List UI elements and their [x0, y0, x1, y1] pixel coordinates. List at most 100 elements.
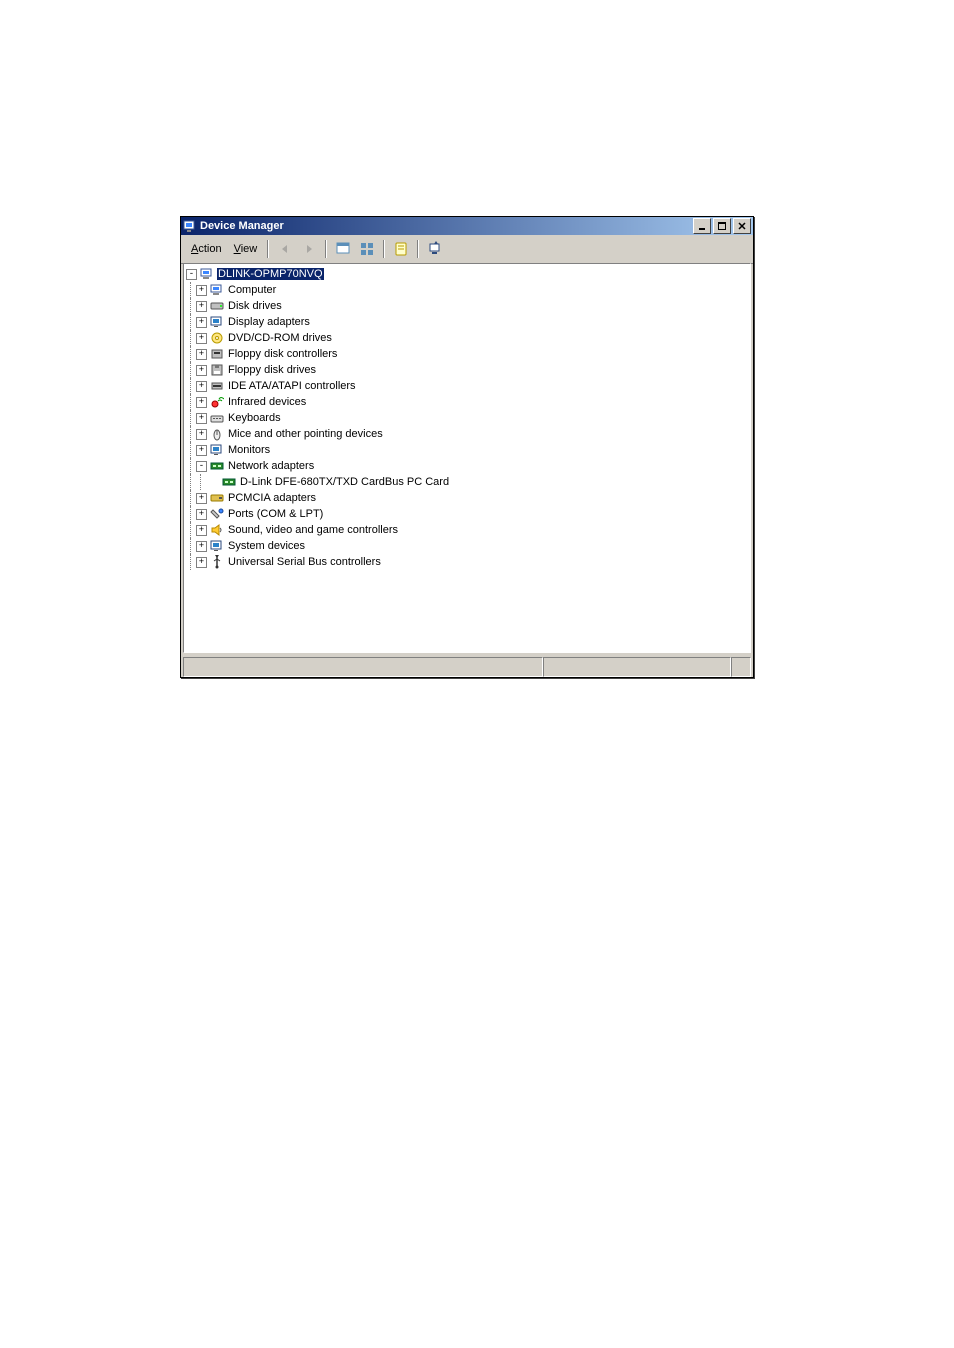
status-pane-grip[interactable] — [731, 657, 751, 677]
node-label[interactable]: Floppy disk controllers — [227, 348, 338, 360]
expand-icon[interactable]: - — [196, 461, 207, 472]
window-controls — [691, 218, 751, 234]
tree-leaf[interactable]: D-Link DFE-680TX/TXD CardBus PC Card — [186, 474, 748, 490]
menu-action[interactable]: Action — [185, 242, 228, 256]
app-icon — [183, 219, 197, 233]
node-label[interactable]: Keyboards — [227, 412, 282, 424]
expand-icon[interactable]: + — [196, 285, 207, 296]
collapse-icon[interactable]: - — [186, 269, 197, 280]
tree-node[interactable]: + Keyboards — [186, 410, 748, 426]
node-label[interactable]: Universal Serial Bus controllers — [227, 556, 382, 568]
titlebar[interactable]: Device Manager — [181, 217, 753, 235]
node-label[interactable]: Disk drives — [227, 300, 283, 312]
properties-icon[interactable] — [390, 238, 412, 260]
toolbar-divider — [383, 240, 385, 258]
tree-node[interactable]: + Disk drives — [186, 298, 748, 314]
root-label[interactable]: DLINK-OPMP70NVQ — [217, 268, 324, 280]
computer-icon — [210, 283, 224, 297]
expand-icon[interactable]: + — [196, 541, 207, 552]
sound-icon — [210, 523, 224, 537]
dvd-icon — [210, 331, 224, 345]
node-label[interactable]: Monitors — [227, 444, 271, 456]
status-bar — [183, 657, 751, 675]
node-label[interactable]: Ports (COM & LPT) — [227, 508, 324, 520]
usb-icon — [210, 555, 224, 569]
mouse-icon — [210, 427, 224, 441]
tree-node[interactable]: + Mice and other pointing devices — [186, 426, 748, 442]
expand-icon[interactable]: + — [196, 493, 207, 504]
tree-node[interactable]: + Floppy disk controllers — [186, 346, 748, 362]
node-label[interactable]: Computer — [227, 284, 277, 296]
keyboard-icon — [210, 411, 224, 425]
node-label[interactable]: PCMCIA adapters — [227, 492, 317, 504]
expand-icon[interactable]: + — [196, 381, 207, 392]
leaf-label[interactable]: D-Link DFE-680TX/TXD CardBus PC Card — [239, 476, 450, 488]
tree-root-node[interactable]: - DLINK-OPMP70NVQ — [186, 266, 748, 282]
floppyctl-icon — [210, 347, 224, 361]
node-label[interactable]: IDE ATA/ATAPI controllers — [227, 380, 357, 392]
tree-node[interactable]: + DVD/CD-ROM drives — [186, 330, 748, 346]
system-icon — [210, 539, 224, 553]
tree-node[interactable]: + Infrared devices — [186, 394, 748, 410]
expand-icon[interactable]: + — [196, 349, 207, 360]
status-pane — [543, 657, 731, 677]
expand-icon[interactable]: + — [196, 429, 207, 440]
tree-node[interactable]: + System devices — [186, 538, 748, 554]
tree-node[interactable]: + Computer — [186, 282, 748, 298]
expand-icon[interactable]: + — [196, 445, 207, 456]
floppy-icon — [210, 363, 224, 377]
toolbar-divider — [417, 240, 419, 258]
node-label[interactable]: Infrared devices — [227, 396, 307, 408]
node-label[interactable]: Floppy disk drives — [227, 364, 317, 376]
expand-icon[interactable]: + — [196, 397, 207, 408]
display-icon — [210, 315, 224, 329]
expand-icon[interactable]: + — [196, 509, 207, 520]
expand-icon[interactable]: + — [196, 525, 207, 536]
expand-icon[interactable]: + — [196, 413, 207, 424]
tree-node[interactable]: + Sound, video and game controllers — [186, 522, 748, 538]
toolbar-divider — [325, 240, 327, 258]
network-icon — [210, 459, 224, 473]
status-pane — [183, 657, 543, 677]
node-label[interactable]: Mice and other pointing devices — [227, 428, 384, 440]
list-icon[interactable] — [356, 238, 378, 260]
back-icon — [274, 238, 296, 260]
tree-content[interactable]: - DLINK-OPMP70NVQ + Computer + Disk drives + Di… — [183, 263, 751, 653]
tree-node[interactable]: + Ports (COM & LPT) — [186, 506, 748, 522]
disk-icon — [210, 299, 224, 313]
tree-node[interactable]: - Network adapters — [186, 458, 748, 474]
node-label[interactable]: System devices — [227, 540, 306, 552]
expand-icon[interactable]: + — [196, 557, 207, 568]
node-label[interactable]: Sound, video and game controllers — [227, 524, 399, 536]
node-label[interactable]: Network adapters — [227, 460, 315, 472]
tree-node[interactable]: + Floppy disk drives — [186, 362, 748, 378]
node-label[interactable]: DVD/CD-ROM drives — [227, 332, 333, 344]
close-button[interactable] — [733, 218, 751, 234]
expand-icon[interactable]: + — [196, 317, 207, 328]
tree-node[interactable]: + IDE ATA/ATAPI controllers — [186, 378, 748, 394]
monitor-icon — [210, 443, 224, 457]
toolbar-divider — [267, 240, 269, 258]
tree-node[interactable]: + Monitors — [186, 442, 748, 458]
ports-icon — [210, 507, 224, 521]
pcmcia-icon — [210, 491, 224, 505]
infrared-icon — [210, 395, 224, 409]
node-label[interactable]: Display adapters — [227, 316, 311, 328]
maximize-button[interactable] — [713, 218, 731, 234]
ide-icon — [210, 379, 224, 393]
tree-node[interactable]: + PCMCIA adapters — [186, 490, 748, 506]
device-manager-window: Device Manager Action View - DLINK-OPMP70… — [180, 216, 754, 678]
refresh-icon[interactable] — [424, 238, 446, 260]
window-title: Device Manager — [200, 220, 691, 232]
tree-node[interactable]: + Universal Serial Bus controllers — [186, 554, 748, 570]
expand-icon[interactable]: + — [196, 301, 207, 312]
expand-icon[interactable]: + — [196, 333, 207, 344]
view-icon[interactable] — [332, 238, 354, 260]
minimize-button[interactable] — [693, 218, 711, 234]
tree-node[interactable]: + Display adapters — [186, 314, 748, 330]
computer-icon — [200, 267, 214, 281]
menu-view[interactable]: View — [228, 242, 264, 256]
netcard-icon — [222, 475, 236, 489]
expand-icon[interactable]: + — [196, 365, 207, 376]
forward-icon — [298, 238, 320, 260]
